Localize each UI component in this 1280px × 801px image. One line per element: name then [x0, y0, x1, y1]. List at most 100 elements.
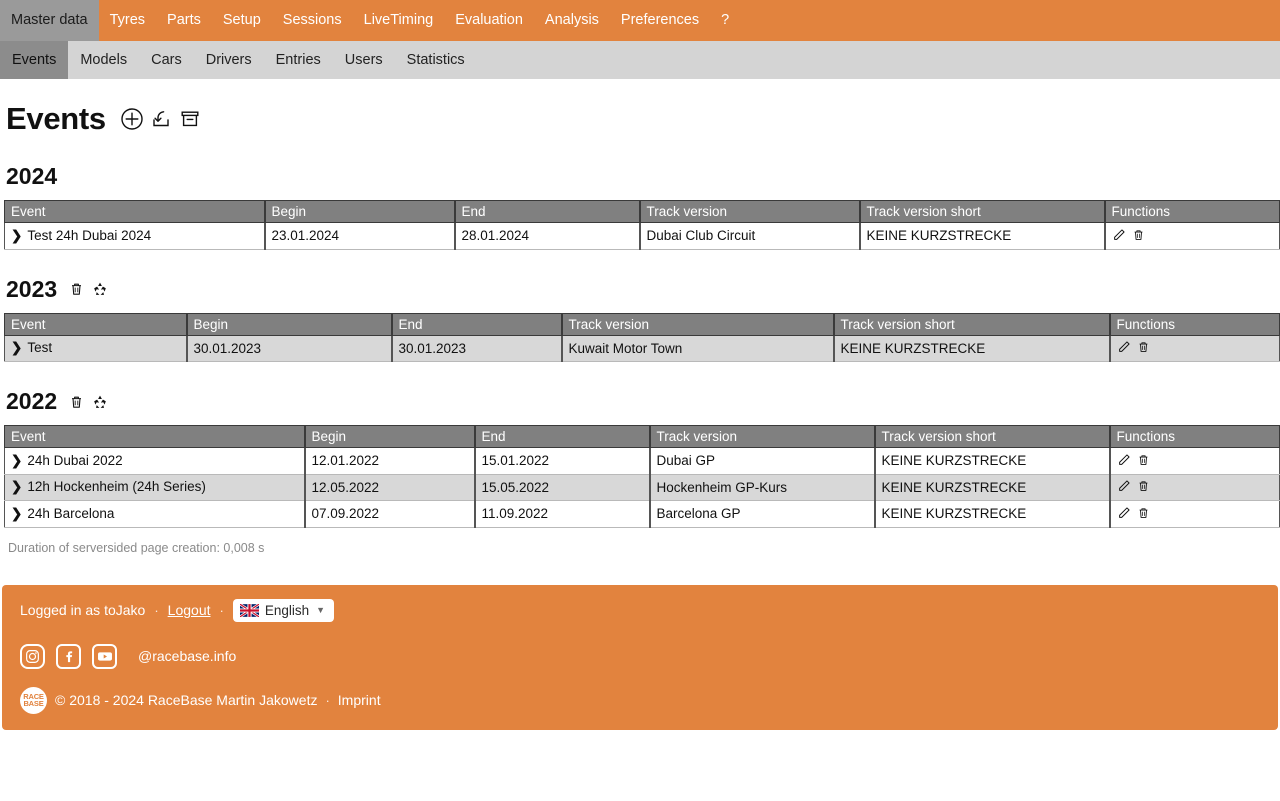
nav-item-label: Sessions — [282, 12, 342, 29]
nav-item-label: Setup — [222, 12, 261, 29]
subnav-item-label: Statistics — [406, 52, 465, 68]
expand-chevron-icon[interactable]: ❯ — [11, 479, 22, 495]
nav-item-tyres[interactable]: Tyres — [99, 0, 156, 41]
delete-trash-icon[interactable] — [1137, 340, 1151, 355]
trash-icon[interactable] — [68, 280, 85, 299]
delete-trash-icon[interactable] — [1137, 479, 1151, 494]
recycle-icon[interactable] — [91, 280, 108, 299]
cell-track-version: Hockenheim GP-Kurs — [649, 474, 876, 501]
column-header-track-version: Track version — [561, 312, 835, 336]
subnav-item-label: Users — [344, 52, 383, 68]
footer-session-row: Logged in as toJako · Logout · English ▼ — [20, 598, 1260, 622]
nav-item-parts[interactable]: Parts — [156, 0, 212, 41]
table-row[interactable]: ❯ 12h Hockenheim (24h Series) 12.05.2022 … — [4, 474, 1280, 501]
trash-icon[interactable] — [68, 392, 85, 411]
table-row[interactable]: ❯ Test 30.01.2023 30.01.2023 Kuwait Motor… — [4, 335, 1280, 362]
facebook-icon[interactable] — [56, 643, 81, 669]
expand-chevron-icon[interactable]: ❯ — [11, 340, 22, 356]
page-title-text: Events — [6, 101, 106, 136]
edit-pencil-icon[interactable] — [1117, 340, 1131, 355]
language-selector[interactable]: English ▼ — [232, 598, 335, 622]
edit-pencil-icon[interactable] — [1117, 452, 1131, 467]
year-actions-2023 — [68, 280, 108, 299]
chevron-down-icon: ▼ — [316, 605, 326, 615]
table-row[interactable]: ❯ 24h Dubai 2022 12.01.2022 15.01.2022 Du… — [4, 447, 1280, 475]
recycle-icon[interactable] — [91, 392, 108, 411]
event-name: 24h Barcelona — [27, 505, 115, 521]
cell-functions — [1104, 222, 1280, 250]
event-name: Test 24h Dubai 2024 — [27, 227, 152, 243]
year-label: 2023 — [6, 275, 58, 302]
table-header-row: Event Begin End Track version Track vers… — [4, 425, 1280, 448]
cell-track-version-short: KEINE KURZSTRECKE — [874, 447, 1111, 475]
separator-dot: · — [219, 602, 224, 618]
nav-item-analysis[interactable]: Analysis — [534, 0, 610, 41]
delete-trash-icon[interactable] — [1137, 505, 1151, 520]
cell-event[interactable]: ❯ 24h Dubai 2022 — [4, 447, 306, 475]
nav-item-preferences[interactable]: Preferences — [610, 0, 710, 41]
subnav-item-models[interactable]: Models — [68, 41, 139, 79]
instagram-icon[interactable] — [20, 643, 45, 669]
column-header-end: End — [391, 312, 563, 336]
archive-icon[interactable] — [177, 106, 203, 132]
column-header-event: Event — [4, 312, 188, 336]
language-label: English — [264, 602, 310, 618]
uk-flag-icon — [239, 603, 259, 617]
import-icon[interactable] — [148, 106, 174, 132]
cell-event[interactable]: ❯ 24h Barcelona — [4, 500, 306, 528]
event-name: 24h Dubai 2022 — [27, 452, 123, 468]
cell-event[interactable]: ❯ Test 24h Dubai 2024 — [4, 222, 266, 250]
cell-track-version-short: KEINE KURZSTRECKE — [874, 474, 1111, 501]
footer-social-row: @racebase.info — [20, 643, 1260, 669]
plus-circle-icon[interactable] — [119, 106, 145, 132]
nav-item-evaluation[interactable]: Evaluation — [444, 0, 534, 41]
nav-item-master-data[interactable]: Master data — [0, 0, 99, 41]
subnav-item-entries[interactable]: Entries — [264, 41, 333, 79]
cell-end: 11.09.2022 — [474, 500, 651, 528]
nav-item-livetiming[interactable]: LiveTiming — [353, 0, 445, 41]
copyright-text: © 2018 - 2024 RaceBase Martin Jakowetz — [55, 692, 318, 708]
table-row[interactable]: ❯ Test 24h Dubai 2024 23.01.2024 28.01.20… — [4, 222, 1280, 250]
table-row[interactable]: ❯ 24h Barcelona 07.09.2022 11.09.2022 Bar… — [4, 500, 1280, 528]
subnav-item-label: Events — [12, 52, 57, 68]
youtube-icon[interactable] — [92, 643, 117, 669]
cell-begin: 07.09.2022 — [304, 500, 476, 528]
cell-functions — [1109, 447, 1280, 475]
delete-trash-icon[interactable] — [1137, 452, 1151, 467]
events-table-2022: Event Begin End Track version Track vers… — [4, 425, 1280, 528]
table-header-row: Event Begin End Track version Track vers… — [4, 312, 1280, 336]
imprint-link[interactable]: Imprint — [338, 692, 381, 708]
cell-end: 28.01.2024 — [454, 222, 641, 250]
logout-link[interactable]: Logout — [168, 602, 211, 618]
cell-functions — [1109, 335, 1280, 362]
expand-chevron-icon[interactable]: ❯ — [11, 506, 22, 522]
year-label: 2024 — [6, 163, 58, 189]
social-handle: @racebase.info — [138, 648, 237, 664]
edit-pencil-icon[interactable] — [1117, 505, 1131, 520]
cell-event[interactable]: ❯ Test — [4, 335, 188, 362]
nav-item-sessions[interactable]: Sessions — [272, 0, 353, 41]
row-actions — [1117, 479, 1151, 494]
page-creation-duration: Duration of serversided page creation: 0… — [8, 540, 265, 555]
subnav-item-statistics[interactable]: Statistics — [395, 41, 477, 79]
cell-track-version: Dubai GP — [649, 447, 876, 475]
cell-event[interactable]: ❯ 12h Hockenheim (24h Series) — [4, 474, 306, 501]
edit-pencil-icon[interactable] — [1117, 479, 1131, 494]
year-actions-2022 — [68, 392, 108, 411]
expand-chevron-icon[interactable]: ❯ — [11, 453, 22, 469]
subnav-item-events[interactable]: Events — [0, 41, 69, 79]
edit-pencil-icon[interactable] — [1112, 227, 1126, 242]
cell-end: 15.01.2022 — [474, 447, 651, 475]
subnav-item-drivers[interactable]: Drivers — [194, 41, 264, 79]
nav-item-label: Preferences — [620, 12, 700, 29]
expand-chevron-icon[interactable]: ❯ — [11, 228, 22, 244]
delete-trash-icon[interactable] — [1132, 227, 1146, 242]
event-name: Test — [27, 340, 53, 356]
column-header-end: End — [474, 425, 651, 448]
column-header-event: Event — [4, 200, 266, 223]
subnav-item-cars[interactable]: Cars — [139, 41, 194, 79]
nav-item-help[interactable]: ? — [710, 0, 740, 41]
row-actions — [1117, 452, 1151, 467]
nav-item-setup[interactable]: Setup — [212, 0, 272, 41]
subnav-item-users[interactable]: Users — [333, 41, 395, 79]
